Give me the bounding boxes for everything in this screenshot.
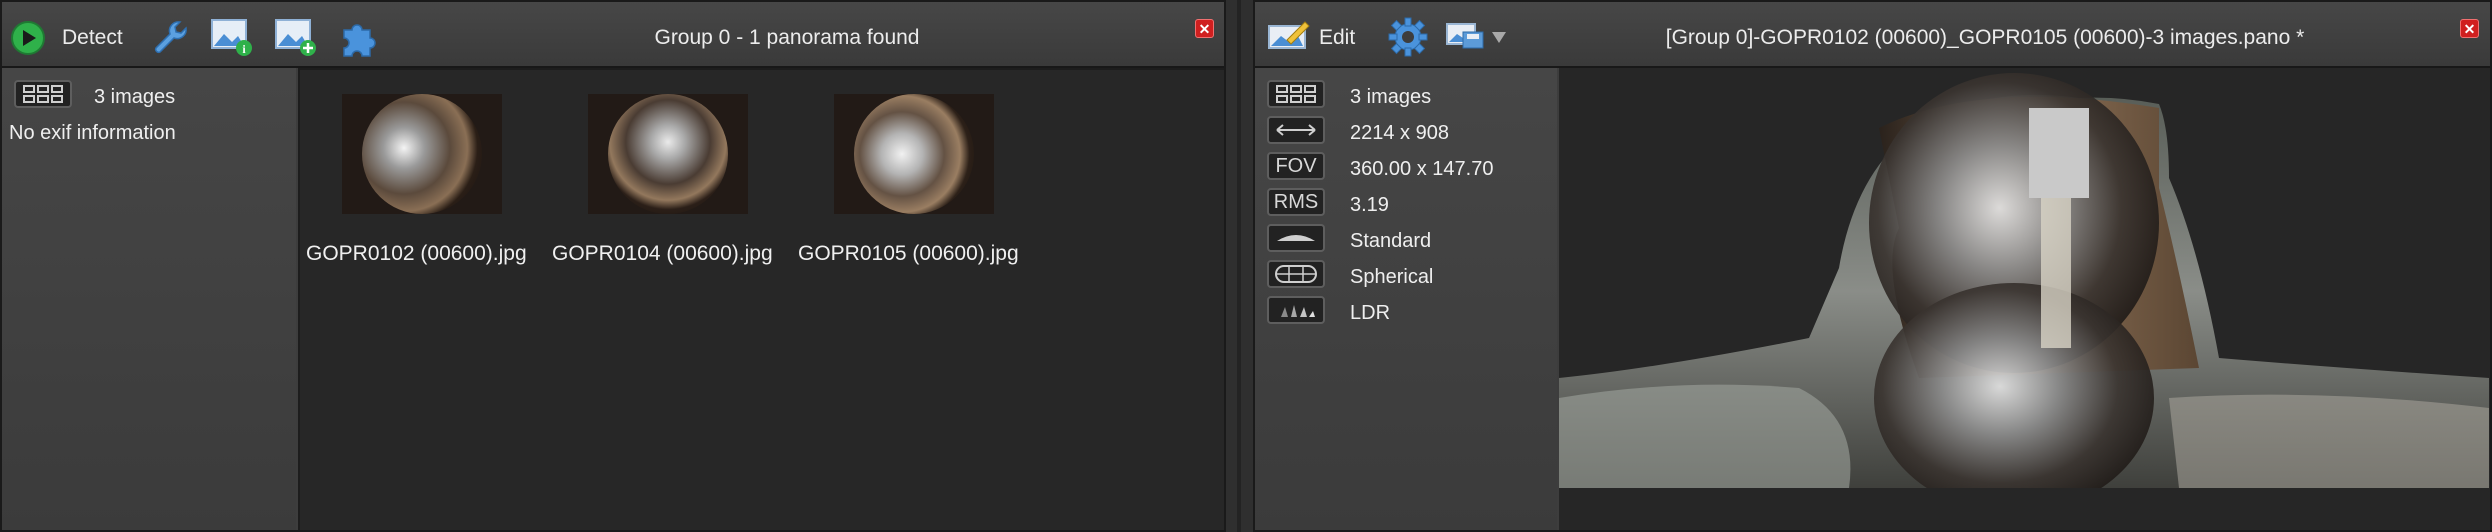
pano-dimensions: 2214 x 908	[1350, 122, 1449, 144]
wrench-icon[interactable]	[150, 16, 192, 58]
pano-quality: Standard	[1350, 230, 1432, 252]
fov-badge: FOV	[1267, 152, 1325, 180]
chevron-down-icon[interactable]	[1491, 30, 1507, 44]
thumbnail-label[interactable]: GOPR0105 (00600).jpg	[798, 242, 1019, 266]
panorama-image	[1559, 73, 2489, 530]
group-toolbar: Detect i Group 0 - 1 panorama found ✕	[2, 2, 1224, 68]
puzzle-icon[interactable]	[336, 16, 380, 60]
thumbnail-image[interactable]	[588, 94, 748, 214]
spherical-projection-icon	[1267, 260, 1325, 288]
app-window: Detect i Group 0 - 1 panorama found ✕ 3 …	[0, 0, 2492, 532]
group-title: Group 0 - 1 panorama found	[654, 26, 920, 49]
thumbnail-label[interactable]: GOPR0102 (00600).jpg	[306, 242, 527, 266]
export-icon[interactable]	[1445, 18, 1485, 54]
thumbnail-image[interactable]	[834, 94, 994, 214]
pano-range: LDR	[1350, 302, 1391, 324]
image-info-icon[interactable]: i	[210, 16, 254, 58]
pano-fov: 360.00 x 147.70	[1350, 158, 1494, 180]
thumbnail-grid: GOPR0102 (00600).jpg GOPR0104 (00600).jp…	[298, 68, 1224, 530]
panorama-info-pane: 3 images 2214 x 908 FOV 360.00 x 147.70 …	[1255, 68, 1557, 530]
rms-badge: RMS	[1267, 188, 1325, 216]
edit-button[interactable]: Edit	[1319, 26, 1355, 50]
panorama-preview[interactable]	[1559, 68, 2490, 530]
image-count: 3 images	[94, 86, 176, 108]
images-grid-icon	[1267, 80, 1325, 108]
gear-icon[interactable]	[1387, 16, 1429, 58]
thumbnail-image[interactable]	[342, 94, 502, 214]
close-icon[interactable]: ✕	[2460, 19, 2479, 38]
images-grid-icon	[14, 80, 72, 108]
exif-info: No exif information	[9, 122, 176, 144]
dynamic-range-icon	[1267, 296, 1325, 324]
image-info-pane: 3 images No exif information	[2, 68, 296, 530]
pano-rms: 3.19	[1350, 194, 1389, 216]
group-panel: Detect i Group 0 - 1 panorama found ✕ 3 …	[0, 0, 1226, 532]
detect-button[interactable]: Detect	[62, 26, 123, 50]
panorama-toolbar: Edit [Group 0]-GOPR0102 (00600)_GOPR0105…	[1255, 2, 2490, 68]
add-image-icon[interactable]	[274, 16, 318, 58]
edit-icon[interactable]	[1267, 18, 1311, 54]
close-icon[interactable]: ✕	[1195, 19, 1214, 38]
panorama-panel: Edit [Group 0]-GOPR0102 (00600)_GOPR0105…	[1253, 0, 2492, 532]
pano-image-count: 3 images	[1350, 86, 1432, 108]
panorama-title: [Group 0]-GOPR0102 (00600)_GOPR0105 (006…	[1665, 26, 2305, 49]
panel-splitter[interactable]	[1226, 0, 1253, 532]
thumbnail-label[interactable]: GOPR0104 (00600).jpg	[552, 242, 773, 266]
pano-projection: Spherical	[1350, 266, 1434, 288]
dimensions-icon	[1267, 116, 1325, 144]
quality-icon	[1267, 224, 1325, 252]
play-icon[interactable]	[10, 20, 46, 56]
